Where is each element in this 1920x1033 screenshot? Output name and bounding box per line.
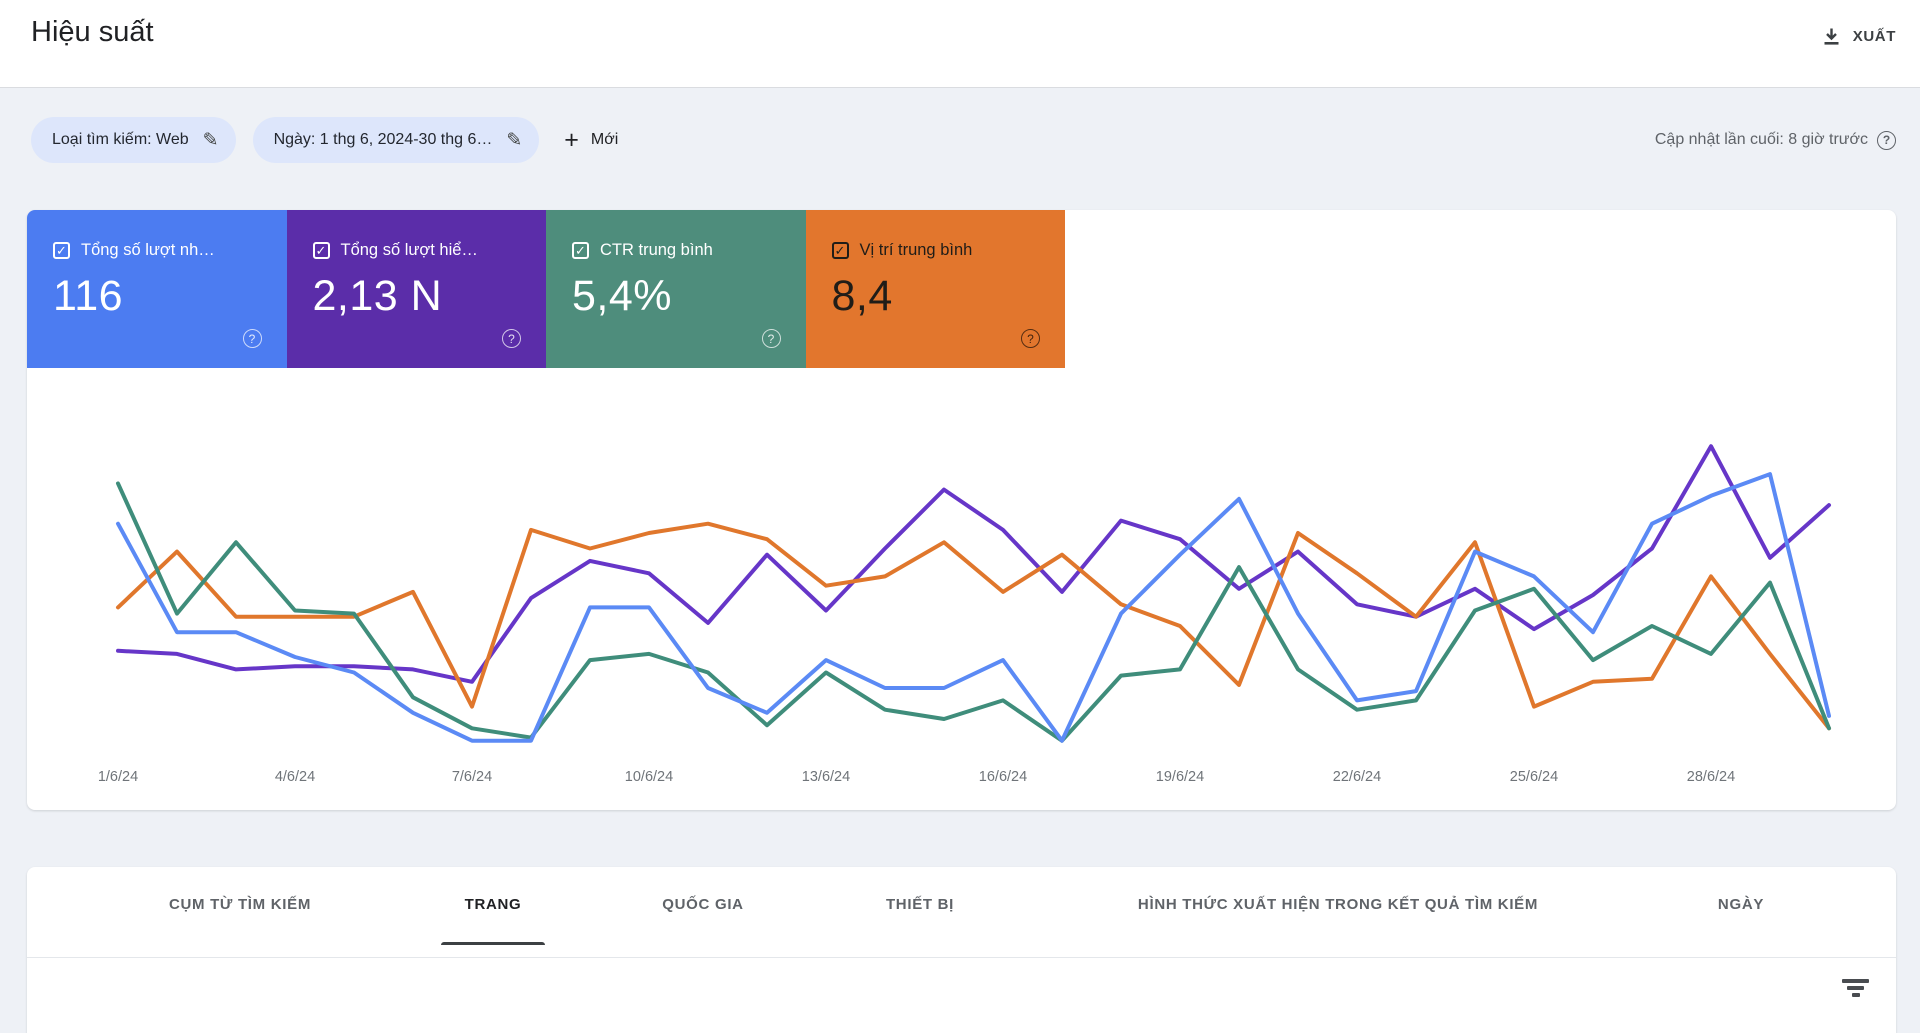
help-icon[interactable]: ? <box>1877 130 1896 150</box>
metric-card-ctr[interactable]: ✓ CTR trung bình 5,4% ? <box>546 210 806 368</box>
tab-queries[interactable]: CỤM TỪ TÌM KIẾM <box>169 896 311 913</box>
filter-icon[interactable] <box>1842 979 1869 999</box>
tab-search-appearance[interactable]: HÌNH THỨC XUẤT HIỆN TRONG KẾT QUẢ TÌM KI… <box>1138 896 1538 913</box>
checkbox-checked-icon[interactable]: ✓ <box>53 242 70 259</box>
tab-devices[interactable]: THIẾT BỊ <box>886 896 954 913</box>
series-line-position <box>116 521 1831 731</box>
download-icon <box>1822 27 1841 46</box>
search-type-chip[interactable]: Loại tìm kiếm: Web ✎ <box>31 117 236 163</box>
active-tab-underline <box>441 942 545 945</box>
x-axis-label: 19/6/24 <box>1156 769 1204 785</box>
edit-pencil-icon: ✎ <box>202 129 219 151</box>
filter-bar: Loại tìm kiếm: Web ✎ Ngày: 1 thg 6, 2024… <box>31 117 1896 163</box>
metric-card-value: 5,4% <box>572 272 673 320</box>
plus-icon: + <box>564 125 579 154</box>
series-line-impressions <box>116 444 1831 684</box>
dimension-tabs-panel: CỤM TỪ TÌM KIẾM TRANG QUỐC GIA THIẾT BỊ … <box>27 867 1896 1033</box>
help-icon[interactable]: ? <box>1021 329 1040 348</box>
export-label: XUẤT <box>1852 27 1896 45</box>
metric-card-label: Tổng số lượt nh… <box>81 241 215 259</box>
date-range-chip-label: Ngày: 1 thg 6, 2024-30 thg 6… <box>273 131 493 148</box>
metric-card-value: 2,13 N <box>312 272 443 320</box>
metric-cards-row: ✓ Tổng số lượt nh… 116 ? ✓ Tổng số lượt … <box>27 210 1896 368</box>
x-axis-label: 16/6/24 <box>979 769 1027 785</box>
new-filter-button[interactable]: + Mới <box>564 117 618 163</box>
last-updated: Cập nhật lần cuối: 8 giờ trước ? <box>1655 117 1896 163</box>
performance-panel: ✓ Tổng số lượt nh… 116 ? ✓ Tổng số lượt … <box>27 210 1896 810</box>
help-icon[interactable]: ? <box>761 329 781 348</box>
metric-card-label: CTR trung bình <box>600 241 713 259</box>
checkbox-checked-icon[interactable]: ✓ <box>312 242 330 259</box>
tab-dates[interactable]: NGÀY <box>1718 896 1764 913</box>
edit-pencil-icon: ✎ <box>506 129 523 151</box>
page-header: Hiệu suất XUẤT <box>0 0 1920 88</box>
checkbox-checked-icon[interactable]: ✓ <box>831 242 849 259</box>
metric-card-value: 8,4 <box>831 272 893 320</box>
new-filter-label: Mới <box>590 131 619 148</box>
last-updated-text: Cập nhật lần cuối: 8 giờ trước <box>1654 131 1868 148</box>
metric-card-value: 116 <box>53 272 124 320</box>
tab-pages[interactable]: TRANG <box>465 896 522 913</box>
x-axis-label: 10/6/24 <box>625 769 673 785</box>
x-axis-label: 25/6/24 <box>1510 769 1558 785</box>
x-axis-label: 1/6/24 <box>98 769 138 785</box>
help-icon[interactable]: ? <box>242 329 262 348</box>
x-axis-label: 4/6/24 <box>275 769 315 785</box>
x-axis-label: 22/6/24 <box>1333 769 1381 785</box>
x-axis-label: 13/6/24 <box>802 769 850 785</box>
x-axis-label: 7/6/24 <box>452 769 492 785</box>
metric-card-position[interactable]: ✓ Vị trí trung bình 8,4 ? <box>805 210 1065 368</box>
page-title: Hiệu suất <box>31 16 154 48</box>
metric-card-impressions[interactable]: ✓ Tổng số lượt hiể… 2,13 N ? <box>286 210 546 368</box>
metric-card-label: Tổng số lượt hiể… <box>340 241 478 259</box>
checkbox-checked-icon[interactable]: ✓ <box>572 242 589 259</box>
metric-card-label: Vị trí trung bình <box>859 241 973 259</box>
tab-countries[interactable]: QUỐC GIA <box>662 896 743 913</box>
metric-card-clicks[interactable]: ✓ Tổng số lượt nh… 116 ? <box>27 210 287 368</box>
performance-chart: 1/6/24 4/6/24 7/6/24 10/6/24 13/6/24 16/6/24 1… <box>98 444 1831 785</box>
x-axis-label: 28/6/24 <box>1687 769 1735 785</box>
date-range-chip[interactable]: Ngày: 1 thg 6, 2024-30 thg 6… ✎ <box>252 117 540 163</box>
search-type-chip-label: Loại tìm kiếm: Web <box>52 131 189 148</box>
export-button[interactable]: XUẤT <box>1822 16 1896 56</box>
help-icon[interactable]: ? <box>502 329 521 348</box>
tabs-divider <box>27 957 1896 958</box>
